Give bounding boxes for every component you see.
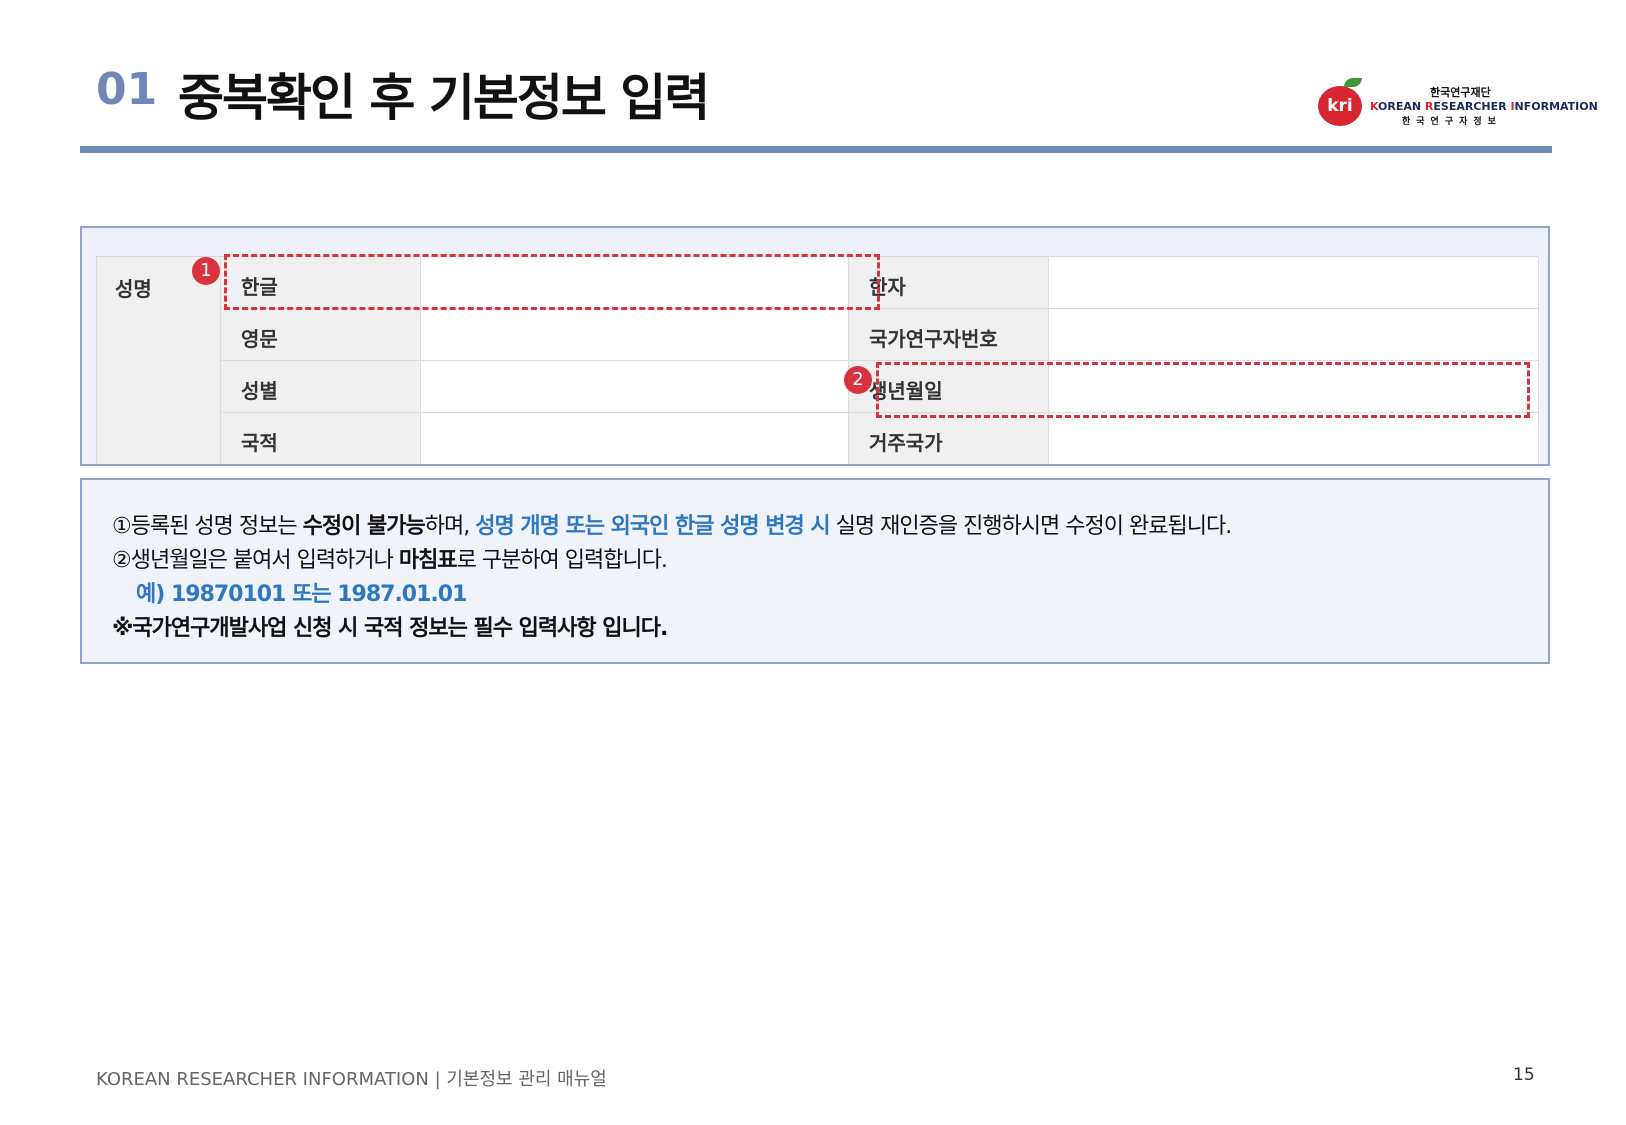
nationality-label: 국적 [241,431,278,455]
name-group-cell: 성명 [97,257,221,464]
note-1: ①등록된 성명 정보는 수정이 불가능하며, 성명 개명 또는 외국인 한글 성… [112,514,1232,539]
footer-text: KOREAN RESEARCHER INFORMATION | 기본정보 관리 … [96,1069,607,1090]
logo-english-name: KOREAN RESEARCHER INFORMATION [1370,100,1598,113]
page-title: 중복확인 후 기본정보 입력 [178,69,710,127]
highlight-box-hangul [224,254,880,310]
kri-logo: kri 한국연구재단 KOREAN RESEARCHER INFORMATION… [1318,78,1598,130]
label-cell-gender: 성별 [221,361,421,413]
marker-2: 2 [844,366,872,394]
highlight-box-birthdate [876,362,1530,418]
name-group-label: 성명 [115,277,152,301]
note-warning: ※국가연구개발사업 신청 시 국적 정보는 필수 입력사항 입니다. [112,616,668,641]
section-number: 01 [96,64,158,115]
apple-logo-icon: kri [1318,86,1362,126]
english-name-field[interactable] [421,309,849,361]
marker-1: 1 [192,257,220,285]
form-screenshot-panel: 성명 한글 한자 영문 국가연구자번호 성별 생년월일 국적 거주국가 1 2 [80,226,1550,466]
header-divider [80,146,1552,153]
label-cell-residence-country: 거주국가 [849,413,1049,464]
hanja-name-field[interactable] [1049,257,1539,309]
label-cell-nationality: 국적 [221,413,421,464]
researcher-number-label: 국가연구자번호 [869,327,998,351]
note-example: 예) 19870101 또는 1987.01.01 [136,582,467,607]
gender-field[interactable] [421,361,849,413]
researcher-number-field [1049,309,1539,361]
logo-korean-name: 한국연구재단 [1430,86,1491,99]
residence-country-field[interactable] [1049,413,1539,464]
label-cell-researcher-number: 국가연구자번호 [849,309,1049,361]
leaf-icon [1344,78,1362,87]
logo-subtitle: 한국연구자정보 [1402,117,1502,127]
english-name-label: 영문 [241,327,278,351]
residence-country-label: 거주국가 [869,431,943,455]
nationality-field[interactable] [421,413,849,464]
page-number: 15 [1513,1065,1535,1085]
note-2: ②생년월일은 붙여서 입력하거나 마침표로 구분하여 입력합니다. [112,548,668,573]
label-cell-english: 영문 [221,309,421,361]
notes-panel: ①등록된 성명 정보는 수정이 불가능하며, 성명 개명 또는 외국인 한글 성… [80,478,1550,664]
gender-label: 성별 [241,379,278,403]
